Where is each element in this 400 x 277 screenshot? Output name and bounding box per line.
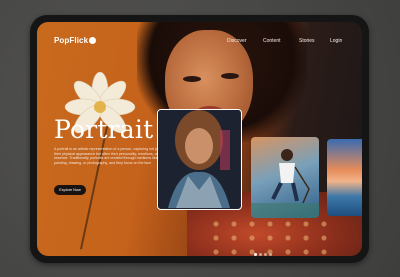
portrait-eye-left [183,76,201,82]
carousel-card-seascape[interactable] [327,139,362,216]
carousel-pagination [254,243,274,256]
hero-screen: PopFlick Discover Content Stories Login … [37,22,362,256]
nav-stories[interactable]: Stories [299,38,315,44]
hero-description: A portrait is an artistic representation… [54,147,161,165]
nav-content[interactable]: Content [263,38,281,44]
hero-title: Portrait [54,115,154,144]
pagination-dot-4[interactable] [269,253,272,256]
brand-name: PopFlick [54,36,89,45]
nav-discover[interactable]: Discover [227,38,246,44]
hockey-card-image [251,149,319,218]
carousel-card-portrait[interactable] [157,109,242,210]
pagination-dot-2[interactable] [259,253,262,256]
portrait-eye-right [221,73,239,79]
pagination-dot-1[interactable] [254,253,257,256]
brand-logo[interactable]: PopFlick [54,36,97,45]
logo-mark-icon [89,37,97,44]
portrait-card-image [158,110,240,208]
pagination-dot-3[interactable] [264,253,267,256]
device-frame: PopFlick Discover Content Stories Login … [30,15,369,263]
explore-now-button[interactable]: Explore Now [54,185,86,195]
nav-login[interactable]: Login [330,38,342,44]
carousel-card-hockey[interactable] [251,137,319,218]
top-nav: PopFlick Discover Content Stories Login [37,22,362,52]
